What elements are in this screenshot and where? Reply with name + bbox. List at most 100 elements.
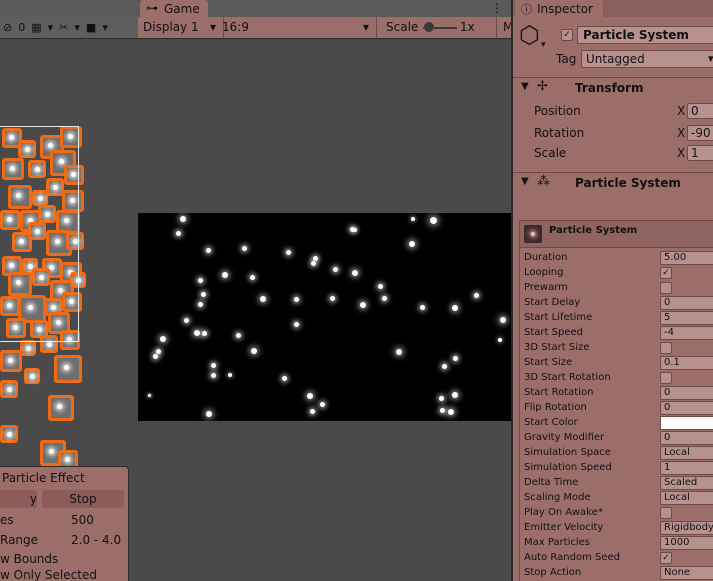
particle-system-main-module: Particle System Duration 5.00 Looping ✓ Prew…: [519, 220, 713, 581]
show-only-selected-toggle[interactable]: w Only Selected: [0, 566, 126, 581]
stop-button[interactable]: Stop: [42, 490, 124, 508]
particle: [310, 409, 315, 414]
display-label: Display 1: [143, 20, 199, 34]
rotation-x-field[interactable]: -90: [687, 125, 713, 141]
scale-x-value: 1: [691, 146, 699, 160]
particle: [156, 349, 161, 354]
particle: [409, 241, 415, 247]
property-checkbox[interactable]: [660, 282, 672, 294]
particle: [242, 246, 247, 251]
scale-x-field[interactable]: 1: [687, 145, 713, 161]
aspect-dropdown[interactable]: 16:9 ▾: [222, 17, 377, 38]
inspector-tab-bar: ⓘ Inspector: [513, 0, 713, 17]
particle: [353, 228, 357, 232]
particle: [260, 296, 266, 302]
particle: [198, 278, 203, 283]
property-label: 3D Start Rotation: [524, 372, 611, 383]
object-name-field[interactable]: Particle System: [577, 26, 713, 44]
start-color-swatch[interactable]: [660, 416, 713, 430]
fold-arrow-icon[interactable]: ▼: [521, 81, 529, 92]
scale-value: 1x: [460, 20, 475, 34]
particle-system-icon: ⁂: [537, 174, 550, 189]
property-value-field[interactable]: 1: [660, 461, 713, 475]
icon-dropdown-icon[interactable]: ▾: [541, 40, 546, 50]
property-row: Max Particles 1000: [524, 535, 713, 550]
object-name: Particle System: [583, 28, 689, 42]
property-row: Play On Awake*: [524, 505, 713, 520]
gamepad-icon: ⊶: [146, 1, 158, 15]
particle: [453, 356, 458, 361]
property-value-field[interactable]: -4: [660, 326, 713, 340]
particle: [498, 338, 502, 342]
particle-preview-icon: [524, 225, 542, 243]
game-render-canvas[interactable]: [138, 213, 511, 421]
aspect-label: 16:9: [222, 20, 249, 34]
property-label: Duration: [524, 252, 568, 263]
property-value-field[interactable]: 0.1: [660, 356, 713, 370]
property-label: 3D Start Size: [524, 342, 590, 353]
property-value-field[interactable]: 0: [660, 386, 713, 400]
property-row: Looping ✓: [524, 265, 713, 280]
property-value-field[interactable]: Scaled: [660, 476, 713, 490]
game-toolbar: Display 1 ▾ 16:9 ▾ Scale 1x M: [138, 17, 513, 39]
tab-inspector[interactable]: ⓘ Inspector: [515, 0, 603, 17]
transform-title: Transform: [575, 81, 644, 95]
particle-system-component-header[interactable]: ▼ ⁂ Particle System: [513, 172, 713, 194]
property-value-field[interactable]: 1000: [660, 536, 713, 550]
particle: [311, 261, 316, 266]
main-module-title: Particle System: [549, 225, 638, 236]
particle: [294, 297, 299, 302]
particle: [206, 248, 211, 253]
scale-slider-handle[interactable]: [424, 22, 434, 32]
particle: [236, 333, 241, 338]
fold-arrow-icon[interactable]: ▼: [521, 176, 529, 187]
particle: [430, 217, 437, 224]
property-label: Auto Random Seed: [524, 552, 620, 563]
property-row: Start Color: [524, 415, 713, 430]
scale-label: Scale: [386, 20, 419, 34]
chevron-down-icon: ▾: [210, 20, 217, 34]
property-label: Max Particles: [524, 537, 591, 548]
property-value-field[interactable]: 0: [660, 401, 713, 415]
chevron-down-icon: ▾: [708, 52, 713, 65]
transform-header[interactable]: ▼ ✢ Transform: [513, 77, 713, 99]
particle: [360, 302, 366, 308]
property-checkbox[interactable]: ✓: [660, 267, 672, 279]
property-row: Duration 5.00: [524, 250, 713, 265]
play-button[interactable]: y: [0, 490, 37, 508]
particle: [411, 217, 415, 221]
property-row: Simulation Speed 1: [524, 460, 713, 475]
property-row: Start Speed -4: [524, 325, 713, 340]
more-options-icon[interactable]: ⋮: [491, 1, 503, 15]
property-value-field[interactable]: 5: [660, 311, 713, 325]
position-x-field[interactable]: 0: [687, 103, 713, 119]
property-row: Start Delay 0: [524, 295, 713, 310]
property-value-field[interactable]: Local: [660, 446, 713, 460]
display-dropdown[interactable]: Display 1 ▾: [138, 17, 224, 38]
property-row: Start Lifetime 5: [524, 310, 713, 325]
property-value-field[interactable]: None: [660, 566, 713, 580]
property-row: Start Size 0.1: [524, 355, 713, 370]
property-row: Simulation Space Local: [524, 445, 713, 460]
property-checkbox[interactable]: [660, 372, 672, 384]
property-checkbox[interactable]: ✓: [660, 552, 672, 564]
property-checkbox[interactable]: [660, 507, 672, 519]
property-row: Flip Rotation 0: [524, 400, 713, 415]
property-row: Scaling Mode Local: [524, 490, 713, 505]
property-value-field[interactable]: 5.00: [660, 251, 713, 265]
property-value-field[interactable]: 0: [660, 431, 713, 445]
scene-view[interactable]: ⊘ 0 ▦ ▾ ✂ ▾ ■ ▾ Particle Effect y Stop e…: [0, 0, 138, 581]
tab-game[interactable]: ⊶ Game: [140, 0, 208, 17]
property-label: Looping: [524, 267, 564, 278]
chevron-down-icon: ▾: [363, 20, 370, 34]
property-value-field[interactable]: Rigidbody: [660, 521, 713, 535]
main-module-header[interactable]: Particle System: [520, 221, 713, 248]
active-checkbox[interactable]: ✓: [561, 29, 573, 41]
particle: [420, 305, 425, 310]
property-label: Start Lifetime: [524, 312, 593, 323]
property-value-field[interactable]: Local: [660, 491, 713, 505]
property-value-field[interactable]: 0: [660, 296, 713, 310]
tag-dropdown[interactable]: Untagged ▾: [581, 50, 713, 68]
property-checkbox[interactable]: [660, 342, 672, 354]
property-label: Gravity Modifier: [524, 432, 605, 443]
